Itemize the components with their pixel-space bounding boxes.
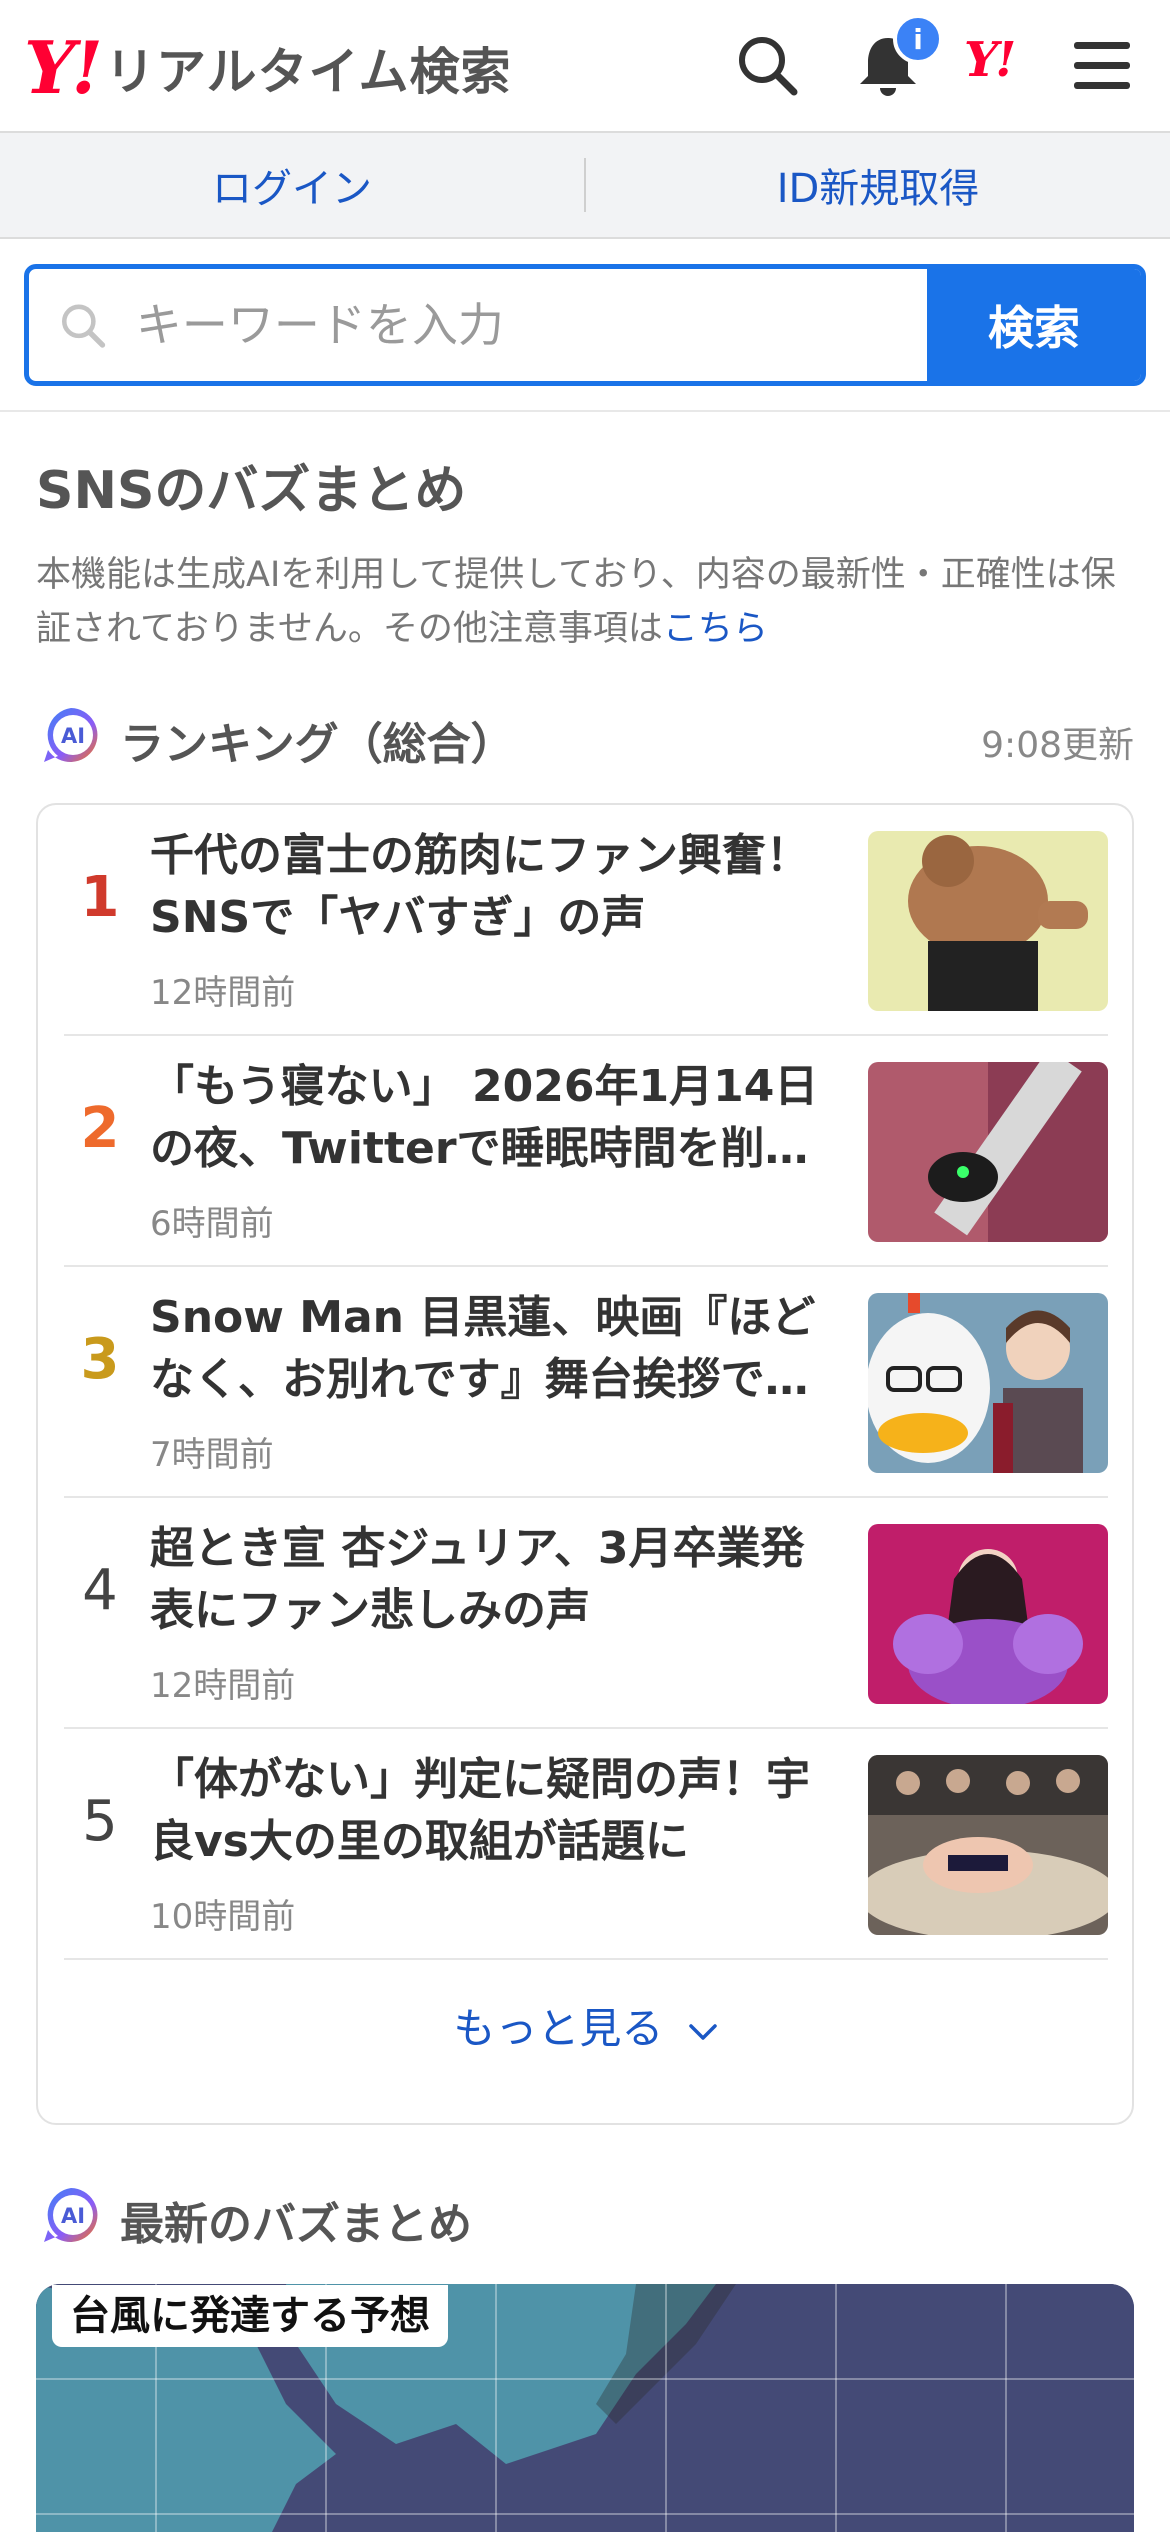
rank-number: 2 — [80, 1096, 120, 1161]
show-more-label: もっと見る — [453, 2004, 664, 2053]
yahoo-logo-mark: Y! — [24, 25, 103, 110]
ranking-item[interactable]: 5 「体がない」判定に疑問の声！宇良vs大の里の取組が話題に 10時間前 — [64, 1729, 1108, 1960]
app-header: Y! リアルタイム検索 i Y! — [0, 0, 1170, 133]
ranking-item-title: 超とき宣 杏ジュリア、3月卒業発表にファン悲しみの声 — [150, 1523, 805, 1636]
ranking-item[interactable]: 3 Snow Man 目黒蓮、映画『ほどなく、お別れです』舞台挨拶で… 7時間前 — [64, 1267, 1108, 1498]
account-bar: ログイン ID新規取得 — [0, 133, 1170, 239]
ranking-item[interactable]: 2 「もう寝ない」 2026年1月14日の夜、Twitterで睡眠時間を削… 6… — [64, 1036, 1108, 1267]
ai-disclaimer: 本機能は生成AIを利用して提供しており、内容の最新性・正確性は保証されておりませ… — [36, 548, 1136, 656]
search-field-icon — [62, 304, 106, 348]
rank-number: 5 — [82, 1789, 118, 1854]
ranking-card: 1 千代の富士の筋肉にファン興奮！SNSで「ヤバすぎ」の声 12時間前 2 「も… — [36, 803, 1134, 2125]
thumbnail-image — [868, 1755, 1108, 1935]
section-title: SNSのバズまとめ — [36, 461, 467, 521]
thumbnail-image — [868, 1524, 1108, 1704]
search-input[interactable] — [135, 298, 927, 352]
updated-time: 9:08更新 — [981, 725, 1134, 766]
ranking-item-title: 「体がない」判定に疑問の声！宇良vs大の里の取組が話題に — [150, 1754, 810, 1867]
login-link[interactable]: ログイン — [0, 156, 584, 214]
ranking-item[interactable]: 4 超とき宣 杏ジュリア、3月卒業発表にファン悲しみの声 12時間前 — [64, 1498, 1108, 1729]
rank-number: 1 — [80, 865, 120, 930]
show-more-button[interactable]: もっと見る — [38, 1995, 1136, 2056]
ai-badge-label: AI — [61, 2204, 85, 2228]
ranking-item-time: 12時間前 — [150, 1666, 296, 1706]
rank-number: 3 — [80, 1327, 120, 1392]
disclaimer-text: 本機能は生成AIを利用して提供しており、内容の最新性・正確性は保証されておりませ… — [36, 555, 1116, 649]
thumbnail-image — [868, 1293, 1108, 1473]
divider — [0, 410, 1170, 412]
disclaimer-link[interactable]: こちら — [663, 609, 768, 649]
ranking-item[interactable]: 1 千代の富士の筋肉にファン興奮！SNSで「ヤバすぎ」の声 12時間前 — [64, 805, 1108, 1036]
yahoo-realtime-logo[interactable]: Y! リアルタイム検索 — [24, 28, 512, 108]
ranking-item-time: 10時間前 — [150, 1897, 296, 1937]
ranking-item-time: 7時間前 — [150, 1435, 274, 1475]
ai-badge-icon: AI — [44, 708, 98, 762]
logo-title: リアルタイム検索 — [105, 43, 512, 101]
ranking-title: ランキング（総合） — [120, 719, 515, 770]
notification-badge[interactable]: i — [893, 14, 943, 64]
ai-badge-icon: AI — [44, 2188, 98, 2242]
thumbnail-image — [868, 831, 1108, 1011]
search-icon[interactable] — [732, 30, 804, 102]
ranking-item-title: 「もう寝ない」 2026年1月14日の夜、Twitterで睡眠時間を削… — [150, 1061, 819, 1174]
signup-link[interactable]: ID新規取得 — [586, 156, 1170, 214]
yahoo-japan-icon[interactable]: Y! — [964, 32, 1044, 104]
latest-card-label: 台風に発達する予想 — [52, 2285, 448, 2347]
search-button[interactable]: 検索 — [927, 269, 1141, 381]
ranking-item-time: 6時間前 — [150, 1204, 274, 1244]
thumbnail-image — [868, 1062, 1108, 1242]
yahoo-japan-mark: Y! — [964, 32, 1016, 88]
search-bar: 検索 — [24, 264, 1146, 386]
hamburger-menu-icon[interactable] — [1066, 30, 1138, 102]
ai-badge-label: AI — [61, 724, 85, 748]
search-field-area[interactable] — [29, 269, 927, 381]
ranking-item-time: 12時間前 — [150, 973, 296, 1013]
chevron-down-icon — [688, 2023, 717, 2040]
ranking-item-title: Snow Man 目黒蓮、映画『ほどなく、お別れです』舞台挨拶で… — [150, 1292, 816, 1405]
ranking-item-title: 千代の富士の筋肉にファン興奮！SNSで「ヤバすぎ」の声 — [150, 830, 810, 943]
latest-buzz-title: 最新のバズまとめ — [120, 2199, 472, 2250]
rank-number: 4 — [82, 1558, 118, 1623]
